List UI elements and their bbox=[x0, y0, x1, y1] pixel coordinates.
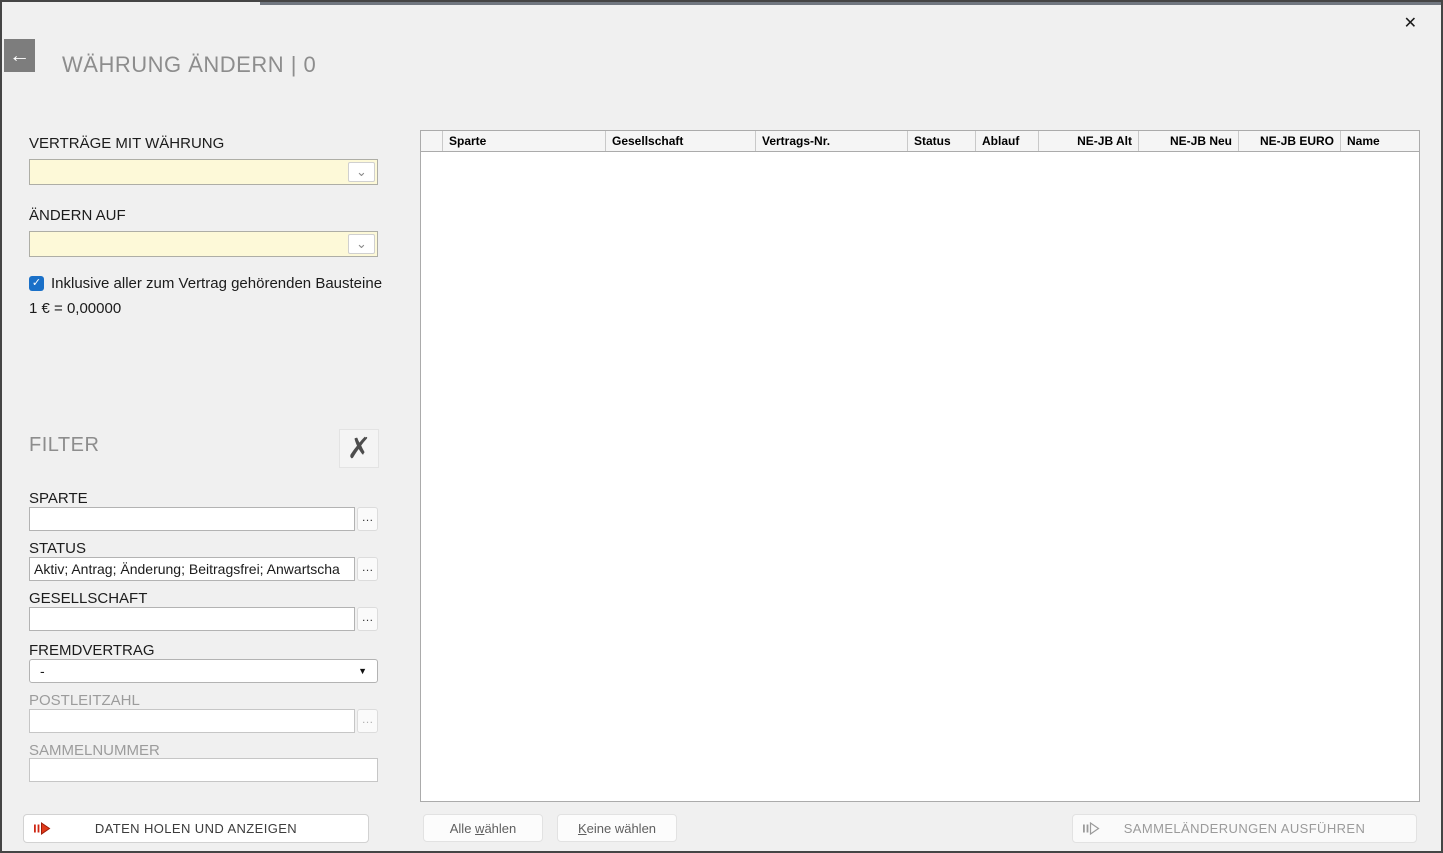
filter-postleitzahl-browse-button[interactable]: … bbox=[357, 709, 378, 733]
background-window-edge bbox=[260, 2, 1441, 5]
run-icon-disabled bbox=[1083, 822, 1100, 835]
filter-gesellschaft-label: GESELLSCHAFT bbox=[29, 590, 147, 607]
select-none-button[interactable]: Keine wählen bbox=[557, 814, 677, 842]
chevron-down-icon: ⌄ bbox=[356, 236, 367, 252]
dialog-window: ← WÄHRUNG ÄNDERN | 0 ✕ VERTRÄGE MIT WÄHR… bbox=[0, 0, 1443, 853]
clear-x-icon: ✗ bbox=[347, 431, 371, 466]
ellipsis-icon: … bbox=[362, 610, 374, 624]
select-all-button[interactable]: Alle wählen bbox=[423, 814, 543, 842]
currency-to-combobox[interactable]: ⌄ bbox=[29, 231, 378, 257]
filter-sammelnummer-input[interactable] bbox=[29, 758, 378, 782]
check-icon: ✓ bbox=[32, 277, 41, 289]
filter-fremdvertrag-label: FREMDVERTRAG bbox=[29, 642, 155, 659]
filter-heading: FILTER bbox=[29, 434, 99, 457]
filter-sparte-label: SPARTE bbox=[29, 490, 88, 507]
page-title: WÄHRUNG ÄNDERN | 0 bbox=[62, 52, 316, 78]
ellipsis-icon: … bbox=[362, 560, 374, 574]
filter-sparte-input[interactable] bbox=[29, 507, 355, 531]
filter-sammelnummer-label: SAMMELNUMMER bbox=[29, 742, 160, 759]
include-modules-checkbox[interactable]: ✓ bbox=[29, 276, 44, 291]
back-button[interactable]: ← bbox=[4, 39, 35, 72]
column-header-sparte[interactable]: Sparte bbox=[443, 131, 606, 151]
column-header-select[interactable] bbox=[421, 131, 443, 151]
select-none-label: Keine wählen bbox=[578, 821, 656, 836]
column-header-vertrags-nr[interactable]: Vertrags-Nr. bbox=[756, 131, 908, 151]
table-body-empty bbox=[421, 152, 1419, 801]
dropdown-triangle-icon: ▼ bbox=[358, 666, 367, 676]
filter-status-input[interactable] bbox=[29, 557, 355, 581]
column-header-gesellschaft[interactable]: Gesellschaft bbox=[606, 131, 756, 151]
execute-bulk-changes-button[interactable]: SAMMELÄNDERUNGEN AUSFÜHREN bbox=[1072, 814, 1417, 843]
currency-to-label: ÄNDERN AUF bbox=[29, 207, 126, 224]
close-icon: ✕ bbox=[1404, 15, 1417, 32]
column-header-ablauf[interactable]: Ablauf bbox=[976, 131, 1039, 151]
currency-to-dropdown-button[interactable]: ⌄ bbox=[348, 234, 375, 254]
include-modules-row: ✓ Inklusive aller zum Vertrag gehörenden… bbox=[29, 275, 382, 292]
filter-postleitzahl-input[interactable] bbox=[29, 709, 355, 733]
contracts-table: Sparte Gesellschaft Vertrags-Nr. Status … bbox=[420, 130, 1420, 802]
column-header-ne-jb-neu[interactable]: NE-JB Neu bbox=[1139, 131, 1239, 151]
select-all-label: Alle wählen bbox=[450, 821, 517, 836]
ellipsis-icon: … bbox=[362, 510, 374, 524]
exchange-rate-text: 1 € = 0,00000 bbox=[29, 300, 121, 317]
column-header-status[interactable]: Status bbox=[908, 131, 976, 151]
fetch-data-label: DATEN HOLEN UND ANZEIGEN bbox=[95, 821, 297, 836]
fetch-data-button[interactable]: DATEN HOLEN UND ANZEIGEN bbox=[23, 814, 369, 843]
back-arrow-icon: ← bbox=[9, 44, 30, 68]
filter-status-label: STATUS bbox=[29, 540, 86, 557]
column-header-name[interactable]: Name bbox=[1341, 131, 1419, 151]
currency-from-label: VERTRÄGE MIT WÄHRUNG bbox=[29, 135, 224, 152]
currency-from-dropdown-button[interactable]: ⌄ bbox=[348, 162, 375, 182]
filter-gesellschaft-browse-button[interactable]: … bbox=[357, 607, 378, 631]
filter-gesellschaft-input[interactable] bbox=[29, 607, 355, 631]
close-button[interactable]: ✕ bbox=[1400, 11, 1421, 35]
currency-from-combobox[interactable]: ⌄ bbox=[29, 159, 378, 185]
ellipsis-icon: … bbox=[362, 712, 374, 726]
filter-fremdvertrag-select[interactable]: - ▼ bbox=[29, 659, 378, 683]
filter-sparte-browse-button[interactable]: … bbox=[357, 507, 378, 531]
table-header-row: Sparte Gesellschaft Vertrags-Nr. Status … bbox=[421, 131, 1419, 152]
chevron-down-icon: ⌄ bbox=[356, 164, 367, 180]
include-modules-label: Inklusive aller zum Vertrag gehörenden B… bbox=[51, 275, 382, 292]
filter-status-browse-button[interactable]: … bbox=[357, 557, 378, 581]
column-header-ne-jb-euro[interactable]: NE-JB EURO bbox=[1239, 131, 1341, 151]
filter-clear-button[interactable]: ✗ bbox=[339, 429, 379, 468]
execute-bulk-changes-label: SAMMELÄNDERUNGEN AUSFÜHREN bbox=[1124, 821, 1366, 836]
filter-postleitzahl-label: POSTLEITZAHL bbox=[29, 692, 140, 709]
fremdvertrag-value: - bbox=[40, 663, 45, 679]
column-header-ne-jb-alt[interactable]: NE-JB Alt bbox=[1039, 131, 1139, 151]
run-icon bbox=[34, 822, 51, 835]
